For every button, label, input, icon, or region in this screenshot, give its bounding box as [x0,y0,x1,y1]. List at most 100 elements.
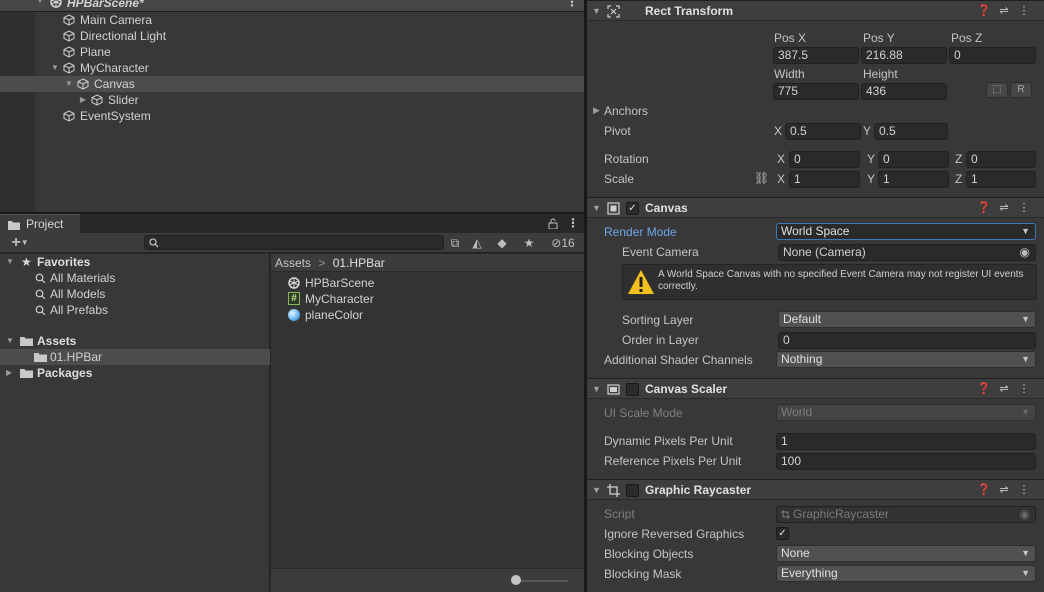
hidden-packages-button[interactable]: ⊘16 [546,234,580,252]
canvas-enabled-checkbox[interactable]: ✓ [626,202,639,215]
presets-icon[interactable]: ⇌ [994,483,1014,496]
help-icon[interactable]: ❓ [974,382,994,395]
height-field[interactable]: 436 [861,83,947,100]
constrain-proportions-link-icon[interactable]: ⛓ [754,171,769,185]
graphic-raycaster-header[interactable]: ▼ Graphic Raycaster ❓ ⇌ ⋮ [587,479,1044,500]
pivot-y-field[interactable]: 0.5 [874,123,948,140]
scene-fold-arrow-icon[interactable]: ▼ [36,0,44,5]
favorites-item[interactable]: All Models [0,286,270,302]
additional-shader-channels-dropdown[interactable]: Nothing ▼ [776,351,1036,368]
scene-menu-icon[interactable]: ⋮ [566,0,578,9]
icon-size-slider[interactable] [516,580,568,582]
rotation-z-field[interactable]: 0 [966,151,1036,168]
context-menu-icon[interactable]: ⋮ [1014,483,1034,496]
scene-header-row[interactable]: ▼ HPBarScene* ⋮ [0,0,584,12]
fold-closed-icon[interactable]: ▶ [593,105,600,116]
order-in-layer-field[interactable]: 0 [778,332,1036,349]
render-mode-dropdown[interactable]: World Space ▼ [776,223,1036,240]
breadcrumb-root[interactable]: Assets [275,256,311,270]
fold-open-icon[interactable]: ▼ [50,60,60,76]
icon-size-slider-knob[interactable] [511,575,521,585]
object-picker-icon[interactable]: ◉ [1020,245,1030,260]
gameobject-cube-icon [91,94,103,106]
graphic-raycaster-enabled-checkbox[interactable] [626,484,639,497]
fold-open-icon[interactable]: ▼ [592,384,601,394]
axis-x-label: X [777,172,786,186]
rotation-x-field[interactable]: 0 [789,151,860,168]
event-camera-field[interactable]: None (Camera) ◉ [778,244,1036,261]
anchors-label[interactable]: Anchors [604,104,648,118]
file-item[interactable]: # MyCharacter [287,291,577,307]
blueprint-mode-button[interactable]: ⬚ [986,82,1008,98]
hierarchy-item-mycharacter[interactable]: ▼ MyCharacter [0,60,584,76]
presets-icon[interactable]: ⇌ [994,201,1014,214]
lock-icon[interactable] [548,218,558,229]
fold-open-icon[interactable]: ▼ [6,254,14,270]
pivot-x-field[interactable]: 0.5 [785,123,861,140]
hpbar-folder-row[interactable]: 01.HPBar [0,349,270,365]
axis-z-label: Z [955,152,963,166]
fold-closed-icon[interactable]: ▶ [6,365,12,381]
presets-icon[interactable]: ⇌ [994,382,1014,395]
reference-pixels-field[interactable]: 100 [776,453,1036,470]
hierarchy-item-label: Plane [80,45,111,59]
pos-x-field[interactable]: 387.5 [773,47,859,64]
filter-by-label-icon[interactable]: ◆ [491,234,513,252]
width-field[interactable]: 775 [773,83,859,100]
filter-by-type-icon[interactable]: ◭ [466,234,488,252]
tab-project[interactable]: Project [0,214,80,233]
blocking-objects-dropdown[interactable]: None ▼ [776,545,1036,562]
favorites-row[interactable]: ▼ ★ Favorites [0,254,270,270]
context-menu-icon[interactable]: ⋮ [1014,382,1034,395]
pos-z-field[interactable]: 0 [949,47,1036,64]
favorites-item[interactable]: All Materials [0,270,270,286]
assets-folder-row[interactable]: ▼ Assets [0,333,270,349]
rotation-y-field[interactable]: 0 [878,151,949,168]
hierarchy-item-canvas[interactable]: ▼ Canvas [0,76,584,92]
help-icon[interactable]: ❓ [974,483,994,496]
hierarchy-item-directional-light[interactable]: Directional Light [0,28,584,44]
pos-y-field[interactable]: 216.88 [861,47,947,64]
canvas-scaler-header[interactable]: ▼ Canvas Scaler ❓ ⇌ ⋮ [587,378,1044,399]
fold-open-icon[interactable]: ▼ [592,203,601,213]
fold-open-icon[interactable]: ▼ [64,76,74,92]
presets-icon[interactable]: ⇌ [994,4,1014,17]
fold-open-icon[interactable]: ▼ [592,6,601,16]
help-icon[interactable]: ❓ [974,4,994,17]
scale-x-field[interactable]: 1 [789,171,860,188]
fold-open-icon[interactable]: ▼ [592,485,601,495]
fold-open-icon[interactable]: ▼ [6,333,14,349]
context-menu-icon[interactable]: ⋮ [1014,201,1034,214]
hierarchy-item-main-camera[interactable]: Main Camera [0,12,584,28]
canvas-header[interactable]: ▼ ✓ Canvas ❓ ⇌ ⋮ [587,197,1044,218]
hierarchy-item-slider[interactable]: ▶ Slider [0,92,584,108]
ignore-reversed-checkbox[interactable]: ✓ [776,527,789,540]
search-input[interactable] [144,235,444,250]
hierarchy-item-plane[interactable]: Plane [0,44,584,60]
sorting-layer-dropdown[interactable]: Default ▼ [778,311,1036,328]
file-item[interactable]: HPBarScene [287,275,577,291]
hierarchy-item-label: Slider [108,93,139,107]
add-button[interactable]: +▼ [6,234,34,252]
hierarchy-item-eventsystem[interactable]: EventSystem [0,108,584,124]
search-by-type-icon[interactable]: ⧉ [444,234,466,252]
project-menu-icon[interactable]: ⋮ [567,216,579,230]
fold-closed-icon[interactable]: ▶ [78,92,88,108]
csharp-script-icon: # [288,292,300,305]
component-header-icons: ❓ ⇌ ⋮ [974,4,1034,17]
dynamic-pixels-field[interactable]: 1 [776,433,1036,450]
raw-edit-button[interactable]: R [1010,82,1032,98]
packages-folder-row[interactable]: ▶ Packages [0,365,270,381]
scale-y-field[interactable]: 1 [878,171,949,188]
search-icon [35,289,46,300]
context-menu-icon[interactable]: ⋮ [1014,4,1034,17]
canvas-scaler-enabled-checkbox[interactable] [626,383,639,396]
breadcrumb-current[interactable]: 01.HPBar [333,256,385,270]
scale-z-field[interactable]: 1 [966,171,1036,188]
blocking-mask-dropdown[interactable]: Everything ▼ [776,565,1036,582]
file-item[interactable]: planeColor [287,307,577,323]
rect-transform-header[interactable]: ▼ Rect Transform ❓ ⇌ ⋮ [587,0,1044,21]
help-icon[interactable]: ❓ [974,201,994,214]
favorites-item[interactable]: All Prefabs [0,302,270,318]
favorite-star-icon[interactable]: ★ [518,234,540,252]
